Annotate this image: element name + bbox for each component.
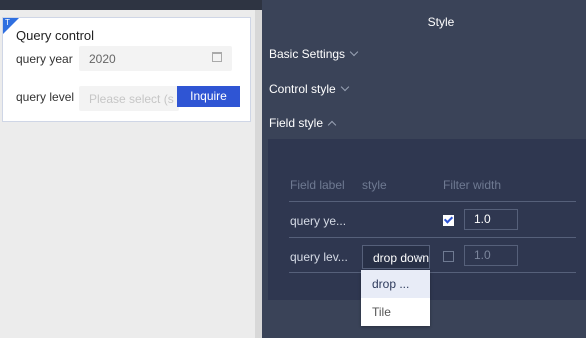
- chevron-up-icon: [327, 120, 337, 130]
- table-divider: [289, 201, 576, 202]
- header-filter-width: Filter width: [443, 178, 502, 192]
- row-width-input[interactable]: 1.0: [464, 245, 518, 266]
- table-divider: [289, 272, 576, 273]
- query-year-value: 2020: [89, 52, 116, 66]
- panel-title: Style: [427, 15, 455, 29]
- calendar-icon[interactable]: [212, 52, 222, 62]
- style-dropdown-menu: drop ... Tile: [361, 270, 430, 326]
- inquire-button[interactable]: Inquire: [177, 86, 240, 107]
- section-field-style[interactable]: Field style: [269, 116, 337, 130]
- widget-type-badge-text: T: [5, 18, 10, 27]
- row-enable-checkbox[interactable]: [443, 215, 454, 226]
- chevron-down-icon: [349, 47, 359, 57]
- row-style-select[interactable]: drop down: [362, 245, 430, 269]
- dropdown-option-drop-down[interactable]: drop ...: [361, 270, 430, 298]
- table-divider: [289, 237, 576, 238]
- row-width-input[interactable]: 1.0: [464, 209, 518, 230]
- row-enable-checkbox[interactable]: [443, 251, 454, 262]
- query-level-placeholder: Please select (s: [89, 92, 174, 106]
- header-field-label: Field label: [290, 178, 345, 192]
- section-control-style[interactable]: Control style: [269, 82, 349, 96]
- row-field-label: query ye...: [290, 214, 347, 228]
- chevron-down-icon: [340, 82, 349, 92]
- dropdown-option-tile[interactable]: Tile: [361, 298, 430, 326]
- query-level-select[interactable]: Please select (s: [79, 86, 179, 111]
- row-field-label: query lev...: [290, 250, 348, 264]
- section-control-style-label: Control style: [269, 82, 336, 96]
- section-basic-settings-label: Basic Settings: [269, 47, 346, 61]
- panel-splitter[interactable]: [255, 10, 262, 338]
- query-year-input[interactable]: 2020: [79, 46, 232, 71]
- query-level-label: query level: [16, 90, 75, 104]
- query-year-label: query year: [16, 52, 73, 66]
- widget-title: Query control: [16, 28, 95, 43]
- query-control-widget[interactable]: T Query control query year 2020 query le…: [2, 17, 251, 122]
- top-bar: [0, 0, 262, 10]
- section-basic-settings[interactable]: Basic Settings: [269, 47, 359, 61]
- section-field-style-label: Field style: [269, 116, 324, 130]
- header-style: style: [362, 178, 387, 192]
